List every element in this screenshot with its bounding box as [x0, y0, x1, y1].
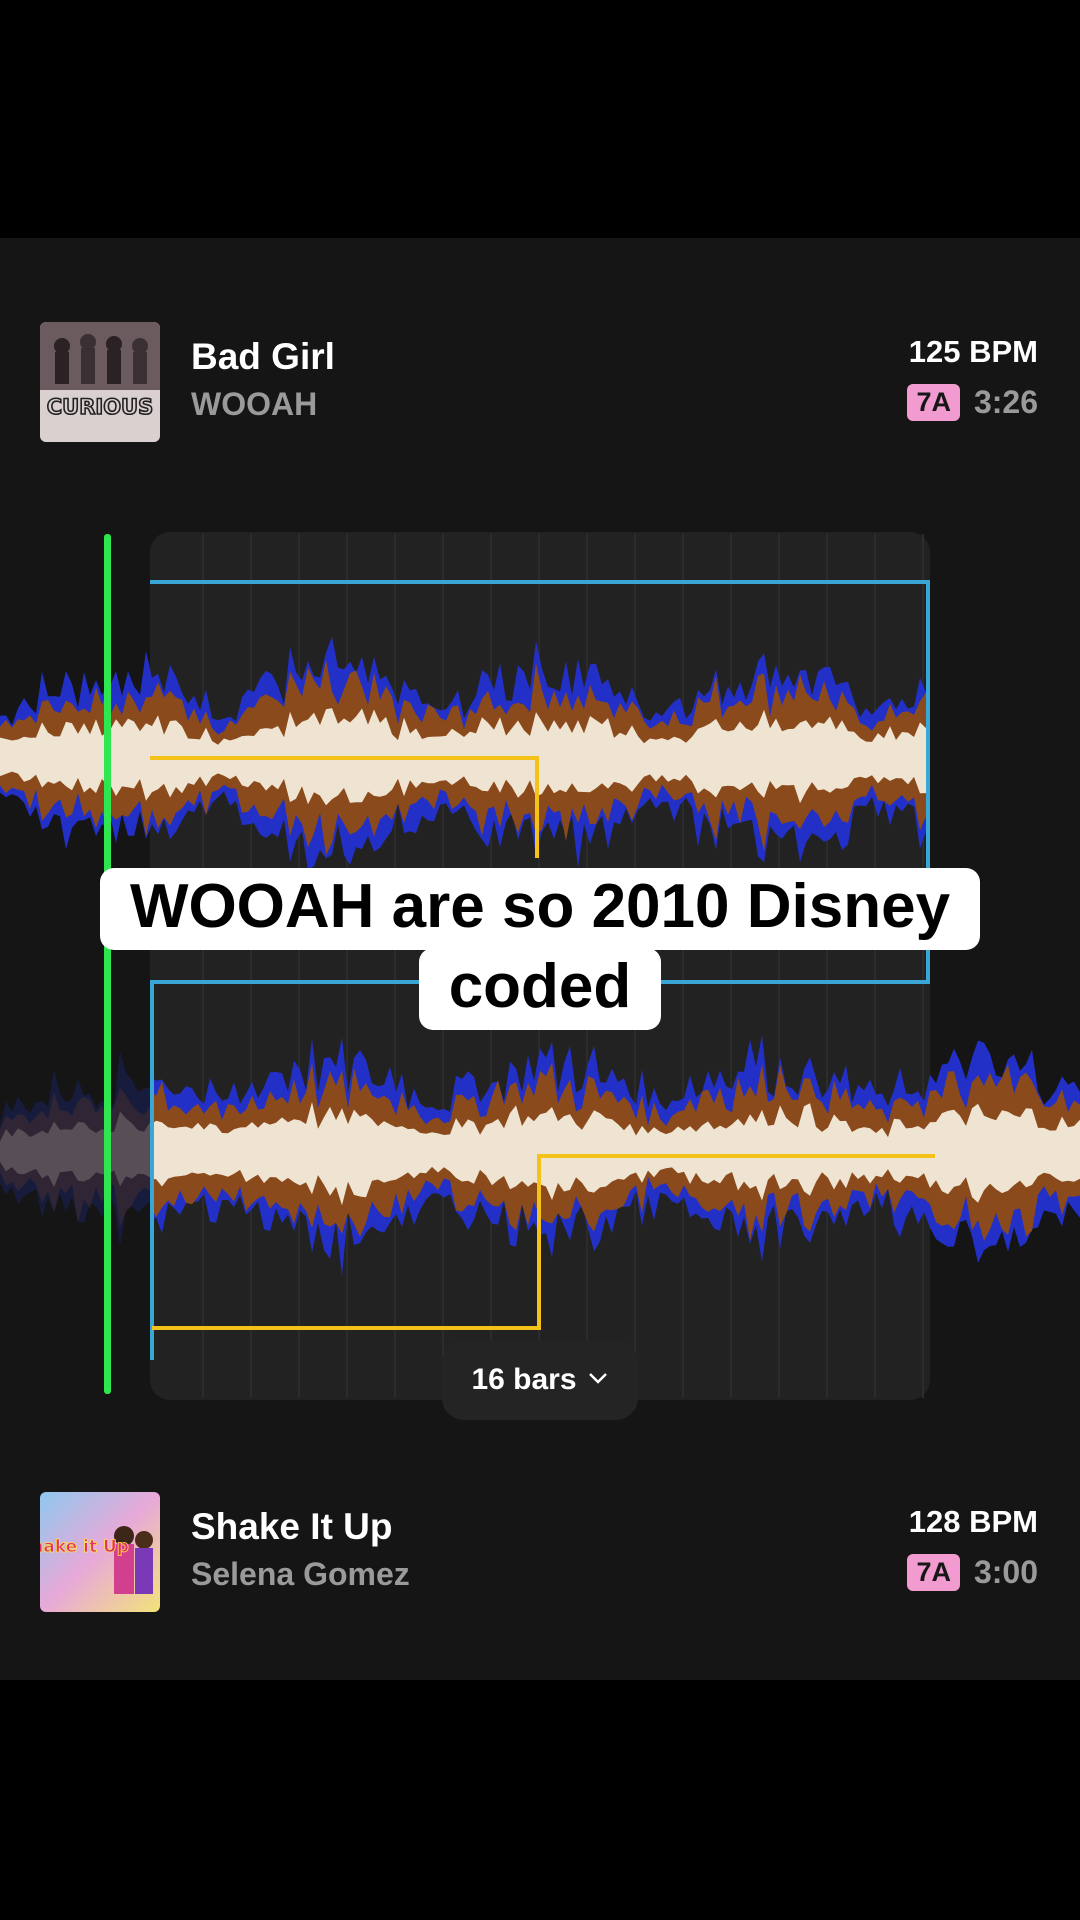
album-art-bottom: Shake it Up	[40, 1492, 160, 1612]
track-title: Shake It Up	[191, 1506, 393, 1547]
key-badge: 7A	[907, 1554, 960, 1591]
key-badge: 7A	[907, 384, 960, 421]
track-title: Bad Girl	[191, 336, 335, 377]
track-duration: 3:00	[973, 1554, 1038, 1590]
album-art-bottom-text: Shake it Up	[40, 1537, 129, 1557]
caption-line-2: coded	[418, 948, 662, 1030]
track-bpm: 125 BPM	[908, 334, 1038, 369]
track-duration: 3:26	[973, 384, 1038, 420]
track-artist: Selena Gomez	[191, 1556, 410, 1592]
track-artist: WOOAH	[191, 386, 318, 422]
track-bpm: 128 BPM	[908, 1504, 1038, 1539]
bars-dropdown[interactable]: 16 bars	[442, 1340, 638, 1420]
track-bottom[interactable]: Shake it Up Shake It Up Selena Gomez 128…	[0, 1492, 1080, 1612]
chevron-down-icon	[587, 1371, 609, 1390]
album-art-top: CURIOUS	[40, 322, 160, 442]
album-art-top-text: CURIOUS	[47, 395, 153, 419]
video-caption: WOOAH are so 2010 Disney coded	[0, 868, 1080, 1030]
caption-line-1: WOOAH are so 2010 Disney	[99, 868, 981, 950]
track-top[interactable]: CURIOUS Bad Girl WOOAH 125 BPM 7A 3:26	[0, 322, 1080, 442]
bars-label: 16 bars	[471, 1363, 577, 1396]
